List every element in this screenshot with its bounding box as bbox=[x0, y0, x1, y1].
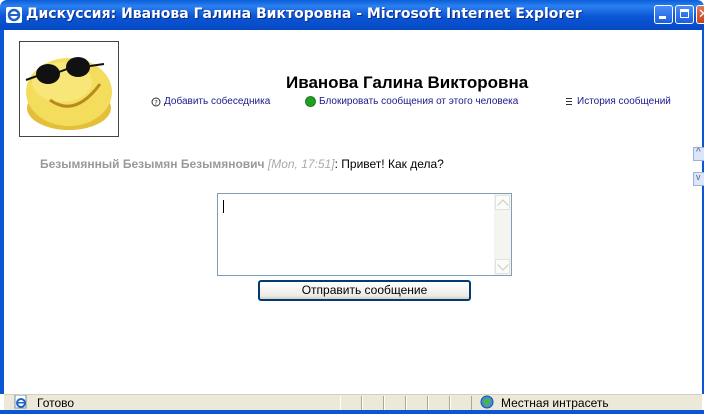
message-input[interactable] bbox=[217, 193, 512, 276]
smiley-avatar-image bbox=[20, 42, 118, 136]
textarea-scroll-up-button[interactable] bbox=[495, 195, 510, 210]
status-text: Готово bbox=[37, 396, 75, 410]
message-separator: : bbox=[334, 157, 338, 171]
close-button[interactable] bbox=[696, 5, 704, 24]
add-contact-icon: ? bbox=[151, 97, 161, 107]
status-pane bbox=[428, 396, 450, 410]
history-list-icon bbox=[566, 97, 572, 105]
status-bar: Готово Местная интрасеть bbox=[4, 394, 702, 410]
block-user-label: Блокировать сообщения от этого человека bbox=[319, 96, 519, 107]
add-contact-label: Добавить собеседника bbox=[164, 96, 271, 107]
message-time: [Mon, 17:51] bbox=[267, 157, 335, 171]
message-text: Привет! Как дела? bbox=[341, 157, 444, 171]
text-caret bbox=[223, 200, 224, 213]
window-frame-bottom bbox=[0, 410, 704, 414]
history-link[interactable]: История сообщений bbox=[565, 96, 671, 107]
internet-explorer-icon bbox=[6, 7, 22, 23]
green-status-dot-icon bbox=[305, 96, 316, 107]
title-bar: Дискуссия: Иванова Галина Викторовна - M… bbox=[0, 0, 704, 30]
status-pane bbox=[340, 396, 362, 410]
maximize-button[interactable] bbox=[675, 5, 694, 24]
status-pane bbox=[362, 396, 384, 410]
avatar bbox=[19, 41, 119, 137]
security-zone-label: Местная интрасеть bbox=[501, 396, 609, 410]
page-scroll-down-button[interactable] bbox=[693, 172, 704, 186]
status-pane bbox=[384, 396, 406, 410]
local-intranet-icon bbox=[480, 395, 494, 409]
textarea-scroll-down-button[interactable] bbox=[495, 259, 510, 274]
send-message-button[interactable]: Отправить сообщение bbox=[258, 280, 471, 301]
status-pane bbox=[406, 396, 428, 410]
svg-text:?: ? bbox=[154, 99, 158, 107]
minimize-button[interactable] bbox=[654, 5, 673, 24]
page-icon bbox=[14, 395, 27, 409]
message-input-scrollbar[interactable] bbox=[494, 194, 511, 275]
page-scroll-up-button[interactable] bbox=[693, 147, 704, 161]
history-label: История сообщений bbox=[577, 96, 671, 107]
contact-name: Иванова Галина Викторовна bbox=[286, 73, 529, 92]
window-title: Дискуссия: Иванова Галина Викторовна - M… bbox=[26, 6, 582, 22]
status-pane bbox=[450, 396, 472, 410]
add-contact-link[interactable]: ? Добавить собеседника bbox=[151, 96, 270, 107]
message-item: Безымянный Безымян Безымянович [Mon, 17:… bbox=[40, 157, 444, 171]
block-user-link[interactable]: Блокировать сообщения от этого человека bbox=[305, 96, 518, 107]
message-author: Безымянный Безымян Безымянович bbox=[40, 157, 265, 171]
